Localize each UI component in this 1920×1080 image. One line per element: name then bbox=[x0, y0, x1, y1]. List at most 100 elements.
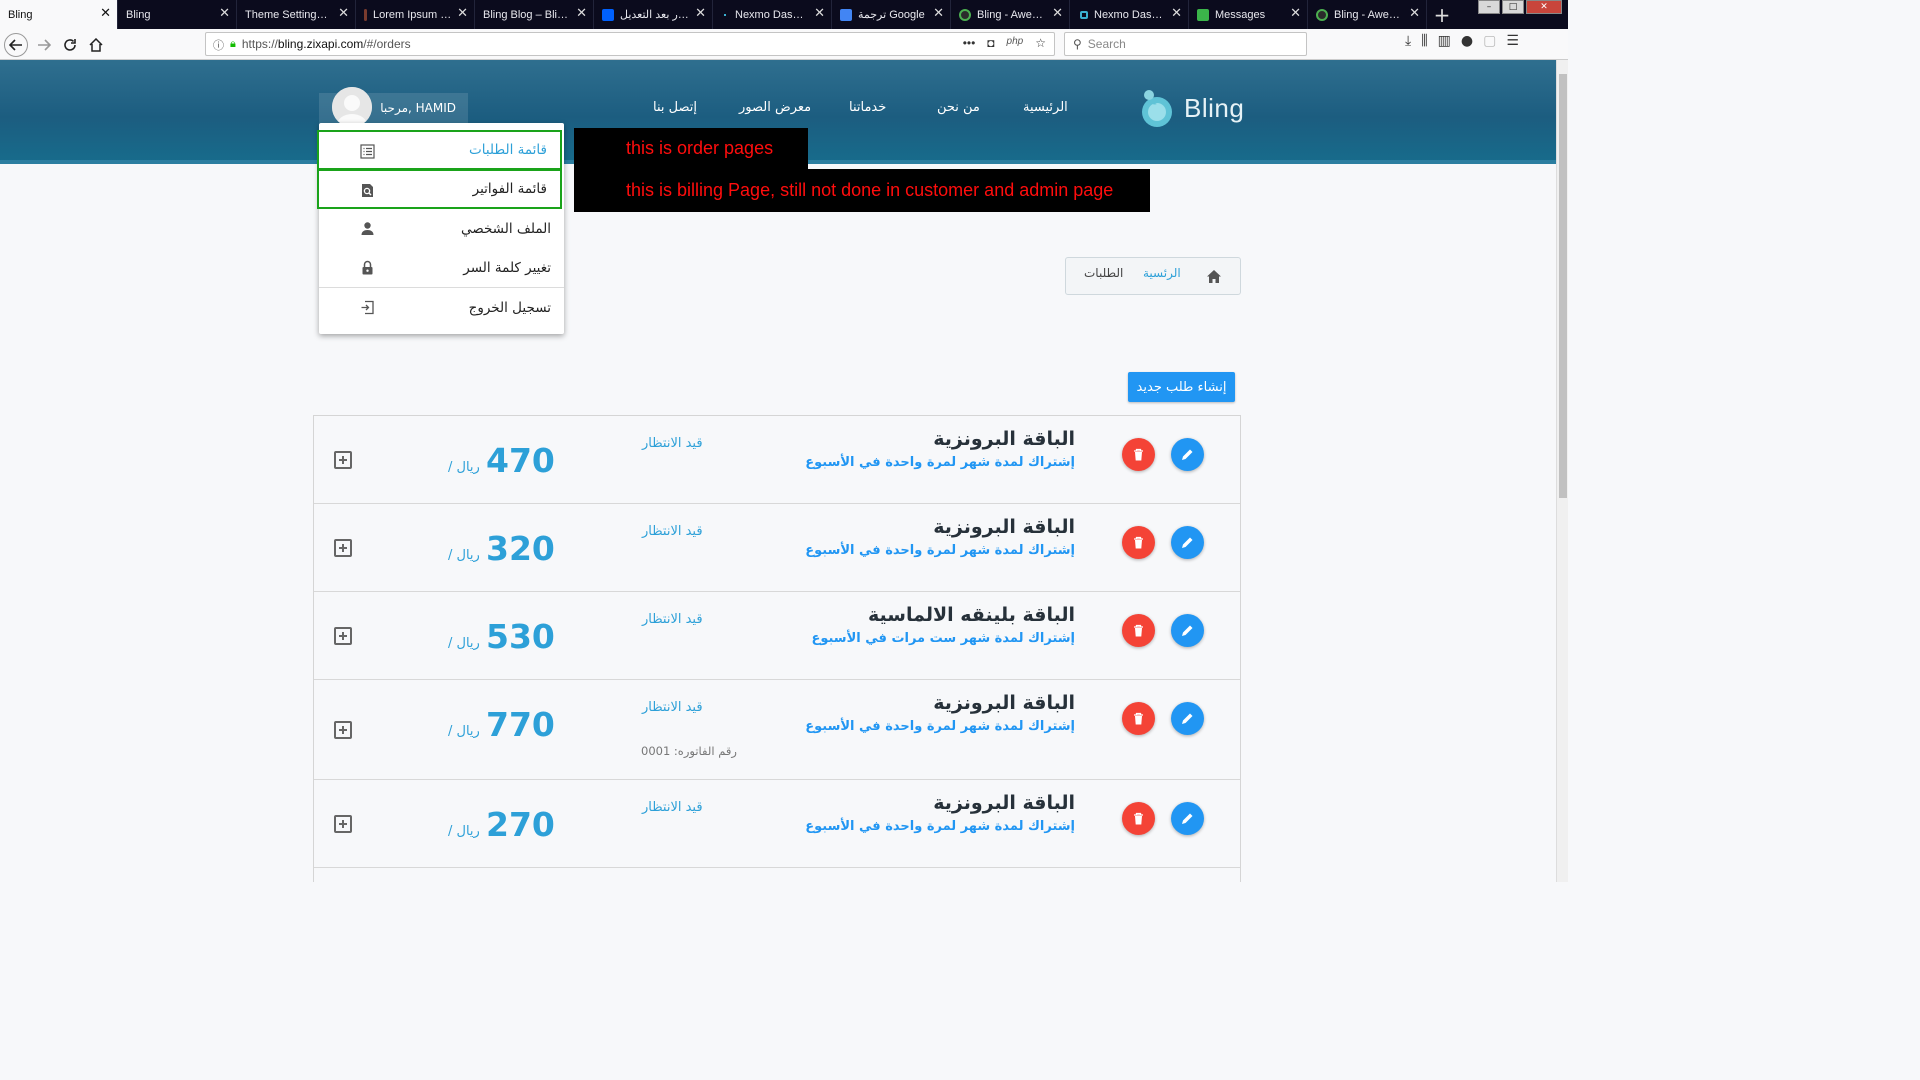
delete-button[interactable] bbox=[1122, 702, 1155, 735]
order-status: قيد الانتظار bbox=[642, 700, 703, 715]
url-bar[interactable]: ⓘ 🔒︎ https://bling.zixapi.com/#/orders •… bbox=[205, 32, 1055, 56]
menu-icon[interactable]: ☰ bbox=[1506, 33, 1519, 49]
browser-tab[interactable]: Bling Blog – Bling S ✕ bbox=[475, 0, 594, 29]
sidebar-icon[interactable]: ▥ bbox=[1438, 33, 1451, 49]
messages-favicon-icon bbox=[1197, 8, 1209, 21]
menu-item-invoices[interactable]: قائمة الفواتير bbox=[317, 169, 562, 209]
edit-button[interactable] bbox=[1171, 702, 1204, 735]
list-icon bbox=[360, 144, 375, 159]
expand-row-icon[interactable] bbox=[334, 451, 352, 469]
nexmo-favicon-icon bbox=[1080, 10, 1088, 19]
close-tab-icon[interactable]: ✕ bbox=[100, 6, 111, 22]
scrollbar-thumb[interactable] bbox=[1559, 74, 1567, 498]
nav-gallery[interactable]: معرض الصور bbox=[739, 100, 811, 115]
edit-button[interactable] bbox=[1171, 614, 1204, 647]
expand-row-icon[interactable] bbox=[334, 815, 352, 833]
window-controls: – □ ✕ bbox=[1478, 0, 1562, 14]
menu-item-logout[interactable]: تسجيل الخروج bbox=[319, 288, 564, 328]
info-icon[interactable]: ⓘ bbox=[213, 37, 224, 53]
home-icon[interactable] bbox=[1206, 269, 1222, 284]
minimize-button[interactable]: – bbox=[1478, 0, 1500, 14]
bookmark-star-icon[interactable]: ☆ bbox=[1035, 36, 1046, 50]
download-icon[interactable]: ⤓ bbox=[1405, 33, 1411, 49]
breadcrumb: الطلبات الرئسية bbox=[1065, 257, 1241, 295]
page-scrollbar[interactable] bbox=[1556, 60, 1568, 882]
expand-row-icon[interactable] bbox=[334, 539, 352, 557]
close-tab-icon[interactable]: ✕ bbox=[457, 6, 468, 22]
browser-tab[interactable]: Bling ✕ bbox=[0, 0, 118, 29]
nav-home[interactable]: الرئيسية bbox=[1023, 100, 1068, 115]
forward-arrow-icon bbox=[38, 39, 51, 51]
delete-button[interactable] bbox=[1122, 802, 1155, 835]
expand-row-icon[interactable] bbox=[334, 721, 352, 739]
reload-button[interactable] bbox=[58, 33, 82, 57]
avatar[interactable] bbox=[332, 87, 372, 127]
extension-icon[interactable]: ● bbox=[1461, 33, 1473, 49]
browser-tab[interactable]: Bling ✕ bbox=[118, 0, 237, 29]
menu-item-change-password[interactable]: تغيير كلمة السر bbox=[319, 248, 564, 288]
browser-tab[interactable]: الصور بعد التعديل ✕ bbox=[594, 0, 713, 29]
nav-contact[interactable]: إتصل بنا bbox=[653, 100, 697, 115]
new-tab-button[interactable]: + bbox=[1427, 0, 1457, 29]
browser-tab[interactable]: Nexmo Dashboa ✕ bbox=[1070, 0, 1189, 29]
nexmo-favicon-icon bbox=[721, 10, 729, 19]
menu-item-orders[interactable]: قائمة الطلبات bbox=[317, 130, 562, 170]
delete-button[interactable] bbox=[1122, 614, 1155, 647]
browser-tab[interactable]: ترجمة Google ✕ bbox=[832, 0, 951, 29]
site-logo[interactable]: Bling bbox=[1140, 88, 1244, 128]
browser-tab[interactable]: Theme Settings ‹ Al ✕ bbox=[237, 0, 356, 29]
expand-row-icon[interactable] bbox=[334, 627, 352, 645]
logout-icon bbox=[361, 300, 374, 315]
close-tab-icon[interactable]: ✕ bbox=[814, 6, 825, 22]
delete-button[interactable] bbox=[1122, 526, 1155, 559]
table-row: الباقة البرونزية إشتراك لمدة شهر لمرة وا… bbox=[314, 504, 1240, 592]
browser-tab[interactable]: Lorem Ipsum - A ✕ bbox=[356, 0, 475, 29]
search-placeholder: Search bbox=[1087, 37, 1126, 51]
close-tab-icon[interactable]: ✕ bbox=[1409, 6, 1420, 22]
search-icon: ⚲ bbox=[1073, 37, 1082, 51]
user-dropdown-menu: قائمة الطلبات قائمة الفواتير الملف الشخص… bbox=[317, 123, 564, 334]
close-tab-icon[interactable]: ✕ bbox=[695, 6, 706, 22]
pencil-icon bbox=[1182, 625, 1193, 636]
package-name: الباقة البرونزية bbox=[933, 428, 1075, 450]
tab-title: Bling bbox=[126, 8, 151, 21]
extension-disabled-icon[interactable]: ▢ bbox=[1483, 33, 1496, 49]
nav-services[interactable]: خدماتنا bbox=[849, 100, 886, 115]
close-tab-icon[interactable]: ✕ bbox=[219, 6, 230, 22]
php-extension-icon[interactable]: php bbox=[1007, 36, 1024, 50]
subscription-desc: إشتراك لمدة شهر لمرة واحدة في الأسبوع bbox=[805, 543, 1075, 558]
library-icon[interactable]: ⫼ bbox=[1421, 33, 1427, 49]
close-tab-icon[interactable]: ✕ bbox=[1052, 6, 1063, 22]
page-actions-icon[interactable]: ••• bbox=[963, 36, 976, 50]
close-tab-icon[interactable]: ✕ bbox=[576, 6, 587, 22]
edit-button[interactable] bbox=[1171, 438, 1204, 471]
back-button[interactable] bbox=[4, 33, 28, 57]
tab-title: ترجمة Google bbox=[858, 9, 925, 21]
menu-item-profile[interactable]: الملف الشخصي bbox=[319, 209, 564, 249]
breadcrumb-home-link[interactable]: الرئسية bbox=[1143, 266, 1181, 280]
nav-about[interactable]: من نحن bbox=[937, 100, 980, 115]
close-tab-icon[interactable]: ✕ bbox=[1171, 6, 1182, 22]
tab-title: Bling - Awesom bbox=[1334, 8, 1404, 21]
lock-icon[interactable]: 🔒︎ bbox=[230, 38, 236, 51]
window-close-button[interactable]: ✕ bbox=[1526, 0, 1562, 14]
browser-tab[interactable]: Messages ✕ bbox=[1189, 0, 1308, 29]
maximize-button[interactable]: □ bbox=[1502, 0, 1524, 14]
browser-tab[interactable]: Bling - Awesom ✕ bbox=[951, 0, 1070, 29]
delete-button[interactable] bbox=[1122, 438, 1155, 471]
close-tab-icon[interactable]: ✕ bbox=[1290, 6, 1301, 22]
home-button[interactable] bbox=[84, 33, 108, 57]
close-tab-icon[interactable]: ✕ bbox=[933, 6, 944, 22]
forward-button[interactable] bbox=[32, 33, 56, 57]
url-text[interactable]: https://bling.zixapi.com/#/orders bbox=[242, 37, 411, 51]
order-status: قيد الانتظار bbox=[642, 524, 703, 539]
edit-button[interactable] bbox=[1171, 802, 1204, 835]
edit-button[interactable] bbox=[1171, 526, 1204, 559]
browser-tab[interactable]: Bling - Awesom ✕ bbox=[1308, 0, 1427, 29]
pocket-icon[interactable]: ◘ bbox=[987, 36, 994, 50]
search-bar[interactable]: ⚲ Search bbox=[1064, 32, 1307, 56]
browser-tab[interactable]: Nexmo Dashboa ✕ bbox=[713, 0, 832, 29]
close-tab-icon[interactable]: ✕ bbox=[338, 6, 349, 22]
currency-label: / ريال bbox=[448, 548, 480, 563]
create-order-button[interactable]: إنشاء طلب جديد bbox=[1128, 372, 1235, 402]
